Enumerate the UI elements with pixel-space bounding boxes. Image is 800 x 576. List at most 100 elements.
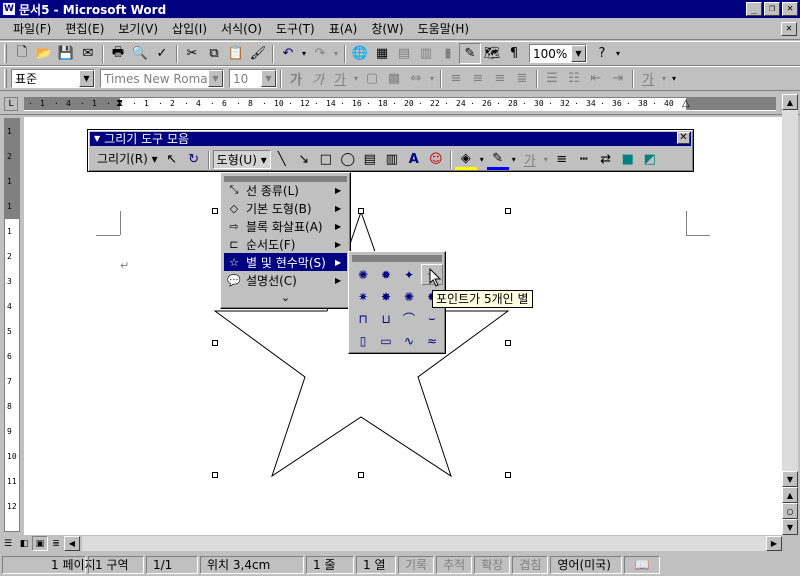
line-style-icon[interactable]: ≡ bbox=[551, 150, 573, 170]
bold-button[interactable]: 가 bbox=[285, 68, 307, 89]
shadow-icon[interactable]: ■ bbox=[617, 150, 639, 170]
style-combo[interactable]: 표준 ▼ bbox=[11, 69, 95, 88]
undo-dropdown[interactable]: ▾ bbox=[299, 49, 309, 58]
scroll-right-button[interactable]: ▶ bbox=[766, 536, 782, 551]
resize-handle[interactable] bbox=[505, 208, 511, 214]
arrow-icon[interactable]: ↘ bbox=[293, 150, 315, 170]
rectangle-icon[interactable]: □ bbox=[315, 150, 337, 170]
resize-handle[interactable] bbox=[358, 208, 364, 214]
italic-button[interactable]: 가 bbox=[307, 68, 329, 89]
clip-art-icon[interactable]: ☺ bbox=[425, 150, 447, 170]
horizontal-ruler[interactable]: L ⧗ △ 1 · 4 · 1 · 2 · 1 · 2 · 4 · 6 · 8 · 10 · 12 · 14 · 16 · 18 · 2… bbox=[0, 93, 800, 115]
copy-icon[interactable]: ⧉ bbox=[203, 43, 225, 64]
twenty-four-point-star-icon[interactable]: ✺ bbox=[398, 286, 420, 307]
char-shading-icon[interactable]: ▩ bbox=[383, 68, 405, 89]
help-icon[interactable]: ? bbox=[591, 43, 613, 64]
vertical-text-box-icon[interactable]: ▥ bbox=[381, 150, 403, 170]
select-objects-icon[interactable]: ↖ bbox=[161, 150, 183, 170]
zoom-combo[interactable]: 100% ▼ bbox=[529, 44, 587, 63]
insert-table-icon[interactable]: ▤ bbox=[393, 43, 415, 64]
text-box-icon[interactable]: ▤ bbox=[359, 150, 381, 170]
status-language[interactable]: 영어(미국) bbox=[550, 555, 623, 574]
autoshapes-menu-button[interactable]: 도형(U) ▾ bbox=[212, 150, 271, 169]
align-justify-icon[interactable]: ≡ bbox=[445, 68, 467, 89]
chevron-down-icon[interactable]: ▼ bbox=[261, 70, 276, 87]
resize-handle[interactable] bbox=[505, 472, 511, 478]
char-scale-icon[interactable]: ⇔ bbox=[405, 68, 427, 89]
line-icon[interactable]: ╲ bbox=[271, 150, 293, 170]
increase-indent-icon[interactable]: ⇥ bbox=[607, 68, 629, 89]
font-size-combo[interactable]: 10 ▼ bbox=[229, 69, 277, 88]
line-color-dropdown[interactable]: ▾ bbox=[509, 155, 519, 164]
double-wave-icon[interactable]: ≈ bbox=[421, 330, 443, 351]
3d-icon[interactable]: ◩ bbox=[639, 150, 661, 170]
drawing-toggle-icon[interactable]: ✎ bbox=[459, 43, 481, 64]
menu-item-flowchart[interactable]: ⊏ 순서도(F) ▶ bbox=[224, 235, 347, 253]
font-color-dropdown[interactable]: ▾ bbox=[659, 74, 669, 83]
menu-insert[interactable]: 삽입(I) bbox=[165, 20, 214, 38]
wordart-icon[interactable]: A bbox=[403, 150, 425, 170]
show-hide-icon[interactable]: ¶ bbox=[503, 43, 525, 64]
explosion-1-icon[interactable]: ✺ bbox=[352, 264, 374, 285]
underline-dropdown[interactable]: ▾ bbox=[351, 74, 361, 83]
scroll-up-button[interactable]: ▲ bbox=[782, 94, 798, 110]
toolbar-options-icon[interactable]: ▾ bbox=[669, 74, 679, 83]
select-browse-object-button[interactable]: ○ bbox=[782, 503, 798, 519]
menu-item-basic-shapes[interactable]: ◇ 기본 도형(B) ▶ bbox=[224, 199, 347, 217]
distribute-icon[interactable]: ≣ bbox=[511, 68, 533, 89]
menu-item-stars-banners[interactable]: ☆ 별 및 현수막(S) ▶ bbox=[224, 253, 347, 271]
menu-table[interactable]: 표(A) bbox=[322, 20, 365, 38]
char-scale-dropdown[interactable]: ▾ bbox=[427, 74, 437, 83]
expand-menu-icon[interactable]: ⌄ bbox=[224, 291, 347, 304]
resize-handle[interactable] bbox=[212, 340, 218, 346]
numbering-icon[interactable]: ☰ bbox=[541, 68, 563, 89]
document-map-icon[interactable]: 🗺 bbox=[481, 43, 503, 64]
next-page-button[interactable]: ▼ bbox=[782, 519, 798, 535]
chevron-down-icon[interactable]: ▼ bbox=[79, 70, 94, 87]
chevron-down-icon[interactable]: ▼ bbox=[571, 45, 586, 62]
cut-icon[interactable]: ✂ bbox=[181, 43, 203, 64]
tab-selector-icon[interactable]: L bbox=[4, 97, 18, 111]
web-view-icon[interactable]: ◧ bbox=[16, 536, 32, 551]
align-center-icon[interactable]: ≡ bbox=[467, 68, 489, 89]
menu-item-lines[interactable]: ⤡ 선 종류(L) ▶ bbox=[224, 181, 347, 199]
previous-page-button[interactable]: ▲ bbox=[782, 487, 798, 503]
scroll-down-button[interactable]: ▼ bbox=[782, 471, 798, 487]
four-point-star-icon[interactable]: ✦ bbox=[398, 264, 420, 285]
font-combo[interactable]: Times New Roman ▼ bbox=[100, 69, 224, 88]
spelling-status-icon[interactable]: 📖 bbox=[624, 555, 661, 574]
wave-icon[interactable]: ∿ bbox=[398, 330, 420, 351]
status-page[interactable]: 1 페이지 bbox=[2, 555, 96, 574]
minimize-button[interactable]: _ bbox=[746, 2, 762, 16]
decrease-indent-icon[interactable]: ⇤ bbox=[585, 68, 607, 89]
up-ribbon-icon[interactable]: ⊓ bbox=[352, 308, 374, 329]
explosion-2-icon[interactable]: ✹ bbox=[375, 264, 397, 285]
doc-close-button[interactable]: ✕ bbox=[781, 21, 797, 36]
chevron-down-icon[interactable]: ▼ bbox=[94, 132, 100, 146]
insert-excel-icon[interactable]: ▥ bbox=[415, 43, 437, 64]
scroll-left-button[interactable]: ◀ bbox=[64, 536, 80, 551]
horizontal-scroll-icon[interactable]: ▭ bbox=[375, 330, 397, 351]
toolbar-options-icon[interactable]: ▾ bbox=[613, 49, 623, 58]
font-color-button[interactable]: 가 bbox=[637, 68, 659, 89]
status-ovr[interactable]: 겹침 bbox=[512, 555, 549, 574]
normal-view-icon[interactable]: ☰ bbox=[0, 536, 16, 551]
vertical-scroll-icon[interactable]: ▯ bbox=[352, 330, 374, 351]
resize-handle[interactable] bbox=[212, 208, 218, 214]
resize-handle[interactable] bbox=[212, 472, 218, 478]
draw-menu-button[interactable]: 그리기(R) ▾ bbox=[94, 150, 161, 169]
font-color-dropdown[interactable]: ▾ bbox=[541, 155, 551, 164]
arrow-style-icon[interactable]: ⇄ bbox=[595, 150, 617, 170]
oval-icon[interactable]: ◯ bbox=[337, 150, 359, 170]
redo-dropdown[interactable]: ▾ bbox=[331, 49, 341, 58]
underline-button[interactable]: 가 bbox=[329, 68, 351, 89]
sixteen-point-star-icon[interactable]: ✸ bbox=[375, 286, 397, 307]
menu-format[interactable]: 서식(O) bbox=[214, 20, 269, 38]
status-rec[interactable]: 기록 bbox=[398, 555, 435, 574]
resize-handle[interactable] bbox=[505, 340, 511, 346]
menu-help[interactable]: 도움말(H) bbox=[411, 20, 477, 38]
vertical-scrollbar[interactable]: ▲ ▼ ▲ ○ ▼ bbox=[782, 94, 798, 535]
bullets-icon[interactable]: ☷ bbox=[563, 68, 585, 89]
toolbar-grip[interactable] bbox=[4, 44, 7, 63]
columns-icon[interactable]: ▮ bbox=[437, 43, 459, 64]
